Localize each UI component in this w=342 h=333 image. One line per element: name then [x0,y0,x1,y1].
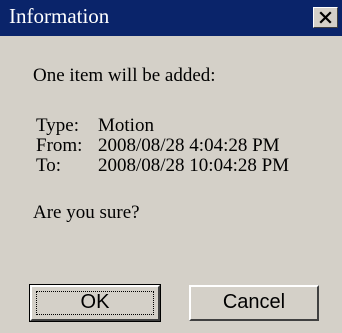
ok-button-label: OK [80,291,110,313]
window-title: Information [9,4,110,28]
ok-button[interactable]: OK [29,284,161,322]
title-bar[interactable]: Information [0,0,342,36]
from-value: 2008/08/28 4:04:28 PM [98,135,280,156]
close-button[interactable] [313,7,338,28]
cancel-button-label: Cancel [222,291,286,313]
to-label: To: [36,155,62,176]
type-value: Motion [98,115,154,136]
from-label: From: [36,135,83,156]
intro-text: One item will be added: [33,65,216,86]
to-value: 2008/08/28 10:04:28 PM [98,155,290,176]
close-icon [319,11,332,24]
cancel-button[interactable]: Cancel [189,285,319,321]
type-label: Type: [36,115,79,136]
information-dialog: Information One item will be added: Type… [0,0,342,333]
confirm-question: Are you sure? [33,202,140,223]
